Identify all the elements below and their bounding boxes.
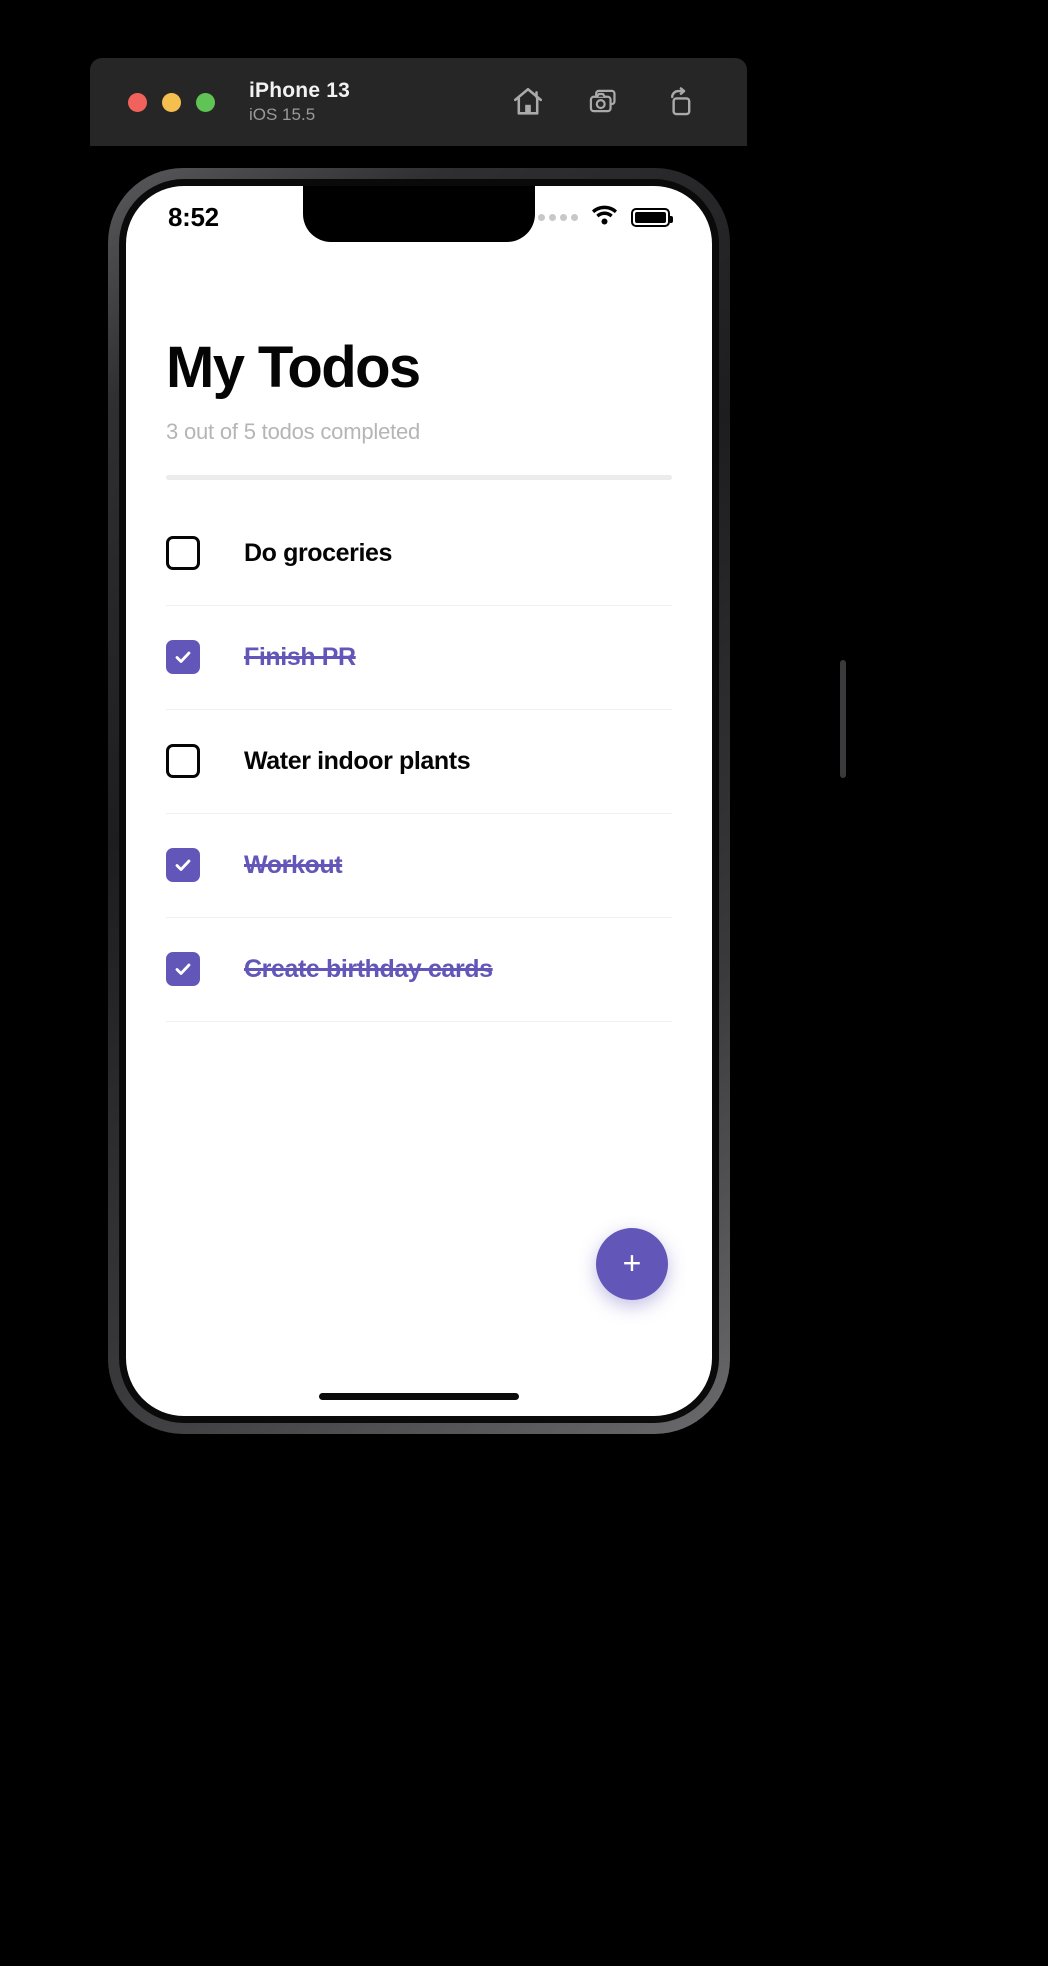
table-row[interactable]: Finish PR	[166, 606, 672, 710]
todo-label: Do groceries	[244, 538, 393, 567]
power-button[interactable]	[840, 660, 846, 778]
todo-label: Create birthday cards	[244, 954, 493, 983]
todo-label: Finish PR	[244, 642, 356, 671]
checkbox-unchecked-icon[interactable]	[166, 744, 200, 779]
battery-full-icon	[631, 207, 673, 227]
add-todo-button[interactable]: +	[596, 1228, 668, 1300]
simulator-device-name: iPhone 13	[249, 78, 350, 102]
checkbox-checked-icon[interactable]	[166, 640, 200, 675]
rotate-button[interactable]	[661, 83, 699, 121]
todo-label: Water indoor plants	[244, 746, 471, 775]
minimize-window-button[interactable]	[162, 92, 181, 112]
wifi-icon	[591, 205, 618, 230]
table-row[interactable]: Do groceries	[166, 502, 672, 606]
todo-app: My Todos 3 out of 5 todos completed Do g…	[126, 186, 712, 1416]
simulator-titlebar: iPhone 13 iOS 15.5	[90, 58, 747, 146]
device-bezel: 8:52 My Todos 3 out of 5 todos completed…	[119, 179, 719, 1423]
page-title: My Todos	[166, 335, 421, 400]
plus-icon: +	[622, 1245, 642, 1281]
status-bar-indicators	[538, 205, 673, 230]
home-indicator[interactable]	[319, 1393, 519, 1400]
checkbox-checked-icon[interactable]	[166, 952, 200, 987]
window-traffic-lights	[128, 92, 215, 112]
device-notch	[303, 186, 535, 242]
simulator-actions	[509, 83, 725, 121]
home-icon	[511, 85, 545, 119]
progress-bar	[166, 474, 672, 480]
iphone-device-frame: 8:52 My Todos 3 out of 5 todos completed…	[108, 168, 846, 1434]
screenshot-button[interactable]	[585, 83, 623, 121]
simulator-os-version: iOS 15.5	[249, 105, 316, 125]
home-button[interactable]	[509, 83, 547, 121]
screenshot-icon	[587, 85, 621, 119]
checkbox-checked-icon[interactable]	[166, 848, 200, 883]
completion-summary: 3 out of 5 todos completed	[166, 418, 421, 444]
screenshot-root: iPhone 13 iOS 15.5 8:52 My Todos 3 out o…	[0, 0, 1048, 1966]
zoom-window-button[interactable]	[196, 92, 215, 112]
table-row[interactable]: Workout	[166, 814, 672, 918]
todo-list: Do groceries Finish PR Water indoor plan…	[166, 502, 672, 1022]
todo-label: Workout	[244, 850, 343, 879]
table-row[interactable]: Water indoor plants	[166, 710, 672, 814]
simulator-device-info: iPhone 13 iOS 15.5	[249, 78, 350, 126]
checkbox-unchecked-icon[interactable]	[166, 536, 200, 571]
status-bar-time: 8:52	[168, 201, 219, 232]
close-window-button[interactable]	[128, 92, 147, 112]
device-screen: 8:52 My Todos 3 out of 5 todos completed…	[126, 186, 712, 1416]
signal-dots-icon	[538, 213, 578, 221]
table-row[interactable]: Create birthday cards	[166, 918, 672, 1022]
rotate-icon	[663, 85, 697, 119]
